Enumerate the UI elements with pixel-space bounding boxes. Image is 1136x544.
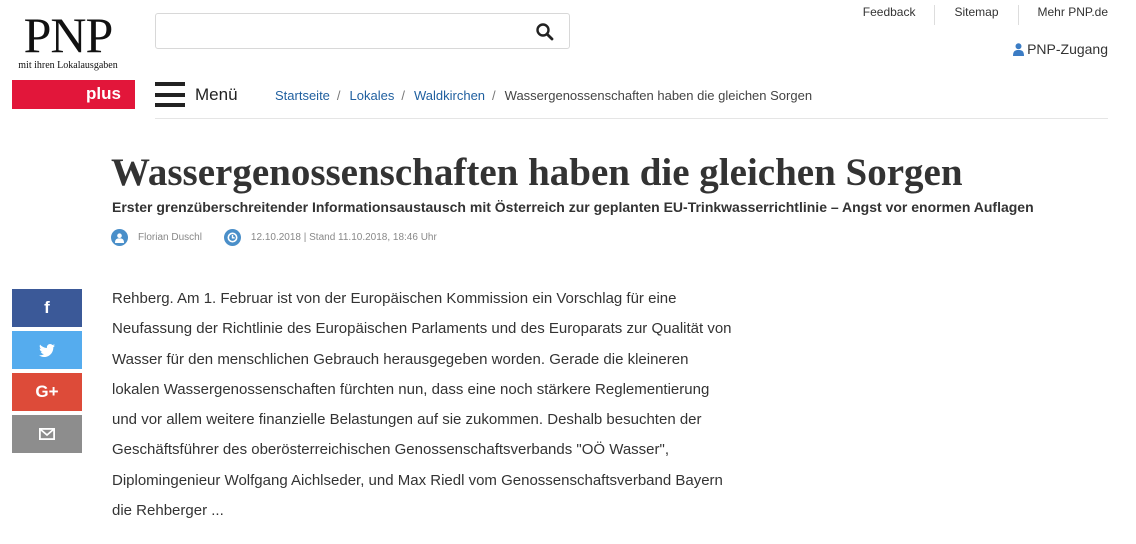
- article-meta: Florian Duschl 12.10.2018 | Stand 11.10.…: [111, 229, 437, 246]
- pnp-logo[interactable]: PNP mit ihren Lokalausgaben plus: [12, 7, 135, 109]
- body-line: Neufassung der Richtlinie des Europäisch…: [112, 320, 732, 338]
- body-line: lokalen Wassergenossenschaften fürchten …: [112, 380, 710, 398]
- breadcrumb: Startseite / Lokales / Waldkirchen / Was…: [275, 88, 812, 103]
- body-line: die Rehberger ...: [112, 502, 224, 520]
- article-subtitle: Erster grenzüberschreitender Information…: [112, 199, 1034, 215]
- mail-icon: [39, 428, 55, 440]
- sitemap-link[interactable]: Sitemap: [934, 5, 1017, 25]
- menu-label: Menü: [195, 84, 238, 104]
- user-icon: [1013, 42, 1025, 56]
- twitter-icon: [39, 343, 55, 357]
- article-body: Rehberg. Am 1. Februar ist von der Europ…: [112, 284, 772, 526]
- search-button[interactable]: [535, 22, 555, 42]
- article-author[interactable]: Florian Duschl: [138, 232, 202, 243]
- google-plus-share-button[interactable]: G+: [12, 373, 82, 411]
- breadcrumb-separator: /: [336, 88, 341, 103]
- clock-icon: [223, 229, 241, 246]
- body-line: und vor allem weitere finanzielle Belast…: [112, 411, 702, 429]
- top-links: Feedback Sitemap Mehr PNP.de: [844, 5, 1108, 25]
- google-plus-icon: G+: [35, 382, 59, 401]
- mail-share-button[interactable]: [12, 415, 82, 453]
- breadcrumb-current: Wassergenossenschaften haben die gleiche…: [504, 88, 813, 103]
- body-line: Geschäftsführer des oberösterreichischen…: [112, 441, 670, 459]
- author-icon: [111, 229, 128, 246]
- breadcrumb-waldkirchen[interactable]: Waldkirchen: [414, 88, 485, 103]
- logo-tagline: mit ihren Lokalausgaben: [18, 60, 118, 71]
- search-input[interactable]: [156, 14, 516, 48]
- body-line: Rehberg. Am 1. Februar ist von der Europ…: [112, 290, 677, 307]
- facebook-share-button[interactable]: f: [12, 289, 82, 327]
- article-paragraph: Rehberg. Am 1. Februar ist von der Europ…: [112, 284, 772, 526]
- login-link[interactable]: PNP-Zugang: [1013, 41, 1108, 57]
- search-box: [155, 13, 570, 49]
- article-title: Wassergenossenschaften haben die gleiche…: [111, 151, 963, 194]
- menu-button[interactable]: Menü: [155, 82, 238, 107]
- body-line: Diplomingenieur Wolfgang Aichlseder, und…: [112, 471, 723, 489]
- search-icon: [536, 23, 554, 41]
- breadcrumb-lokales[interactable]: Lokales: [350, 88, 395, 103]
- plus-badge[interactable]: plus: [12, 80, 135, 109]
- hamburger-icon: [155, 82, 185, 107]
- body-line: Wasser für den menschlichen Gebrauch her…: [112, 350, 689, 368]
- article-date: 12.10.2018 | Stand 11.10.2018, 18:46 Uhr: [250, 232, 437, 243]
- facebook-icon: f: [44, 298, 50, 317]
- breadcrumb-separator: /: [492, 88, 496, 103]
- twitter-share-button[interactable]: [12, 331, 82, 369]
- share-bar: f G+: [12, 289, 82, 457]
- mehr-pnp-link[interactable]: Mehr PNP.de: [1017, 5, 1108, 25]
- login-label: PNP-Zugang: [1027, 41, 1108, 57]
- breadcrumb-separator: /: [401, 88, 405, 103]
- feedback-link[interactable]: Feedback: [844, 5, 935, 25]
- header-divider: [155, 118, 1108, 119]
- breadcrumb-startseite[interactable]: Startseite: [275, 88, 330, 103]
- logo-brand: PNP: [23, 7, 114, 63]
